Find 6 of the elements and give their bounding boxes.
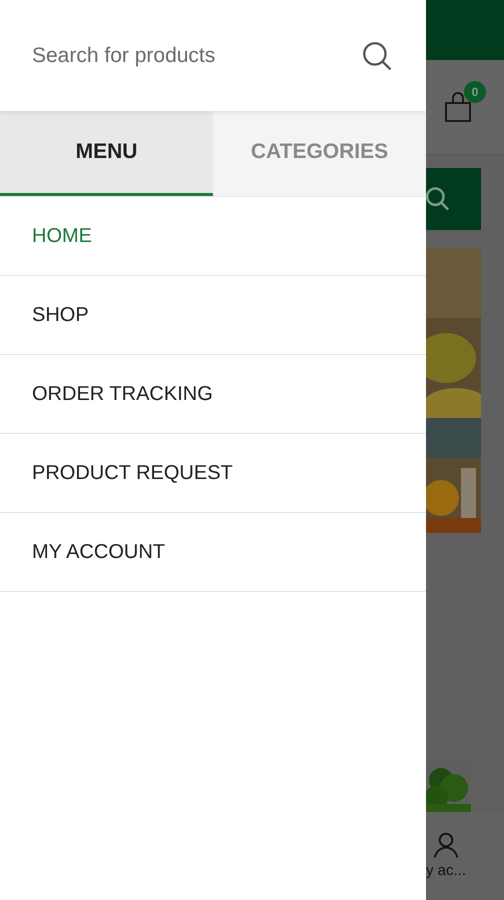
search-button[interactable]: [426, 168, 481, 230]
cart-count-badge: 0: [464, 81, 486, 103]
tab[interactable]: MENU: [0, 111, 213, 196]
user-icon: [431, 830, 461, 860]
search-field[interactable]: Search for products: [32, 40, 360, 72]
shopping-bag-icon[interactable]: [444, 91, 472, 123]
